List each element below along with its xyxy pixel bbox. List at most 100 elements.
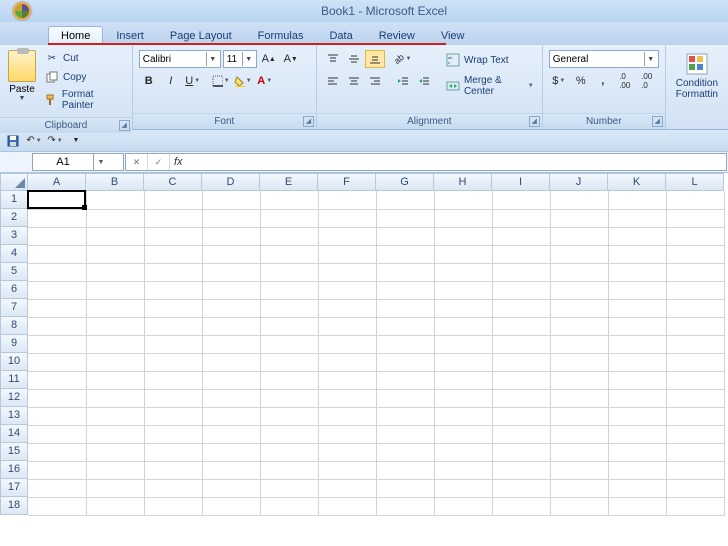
cell[interactable] — [666, 461, 724, 479]
cell[interactable] — [434, 461, 492, 479]
cell[interactable] — [144, 461, 202, 479]
cell[interactable] — [434, 353, 492, 371]
cell[interactable] — [318, 335, 376, 353]
cell[interactable] — [202, 299, 260, 317]
cell[interactable] — [144, 335, 202, 353]
cell[interactable] — [434, 389, 492, 407]
cells-area[interactable] — [28, 191, 725, 516]
cell[interactable] — [376, 263, 434, 281]
accounting-format-button[interactable]: $▼ — [549, 72, 569, 90]
cell[interactable] — [202, 389, 260, 407]
cell[interactable] — [434, 191, 492, 209]
chevron-down-icon[interactable]: ▼ — [242, 52, 255, 66]
cell[interactable] — [28, 245, 86, 263]
clipboard-dialog-launcher[interactable]: ◢ — [119, 120, 130, 131]
cell[interactable] — [376, 191, 434, 209]
cell[interactable] — [666, 443, 724, 461]
decrease-indent-button[interactable] — [393, 72, 413, 90]
cell[interactable] — [318, 497, 376, 515]
cell[interactable] — [608, 227, 666, 245]
cell[interactable] — [202, 443, 260, 461]
cell[interactable] — [144, 371, 202, 389]
formula-input[interactable] — [187, 156, 726, 168]
cell[interactable] — [376, 497, 434, 515]
cell[interactable] — [492, 335, 550, 353]
save-button[interactable] — [4, 133, 22, 149]
chevron-down-icon[interactable]: ▼ — [528, 83, 534, 89]
cell[interactable] — [144, 353, 202, 371]
cell[interactable] — [318, 227, 376, 245]
cell[interactable] — [86, 281, 144, 299]
cell[interactable] — [434, 371, 492, 389]
font-name-combo[interactable]: Calibri ▼ — [139, 50, 221, 68]
cell[interactable] — [202, 245, 260, 263]
decrease-decimal-button[interactable]: .00.0 — [637, 72, 657, 90]
underline-button[interactable]: U▼ — [183, 72, 203, 90]
cell[interactable] — [144, 191, 202, 209]
cell[interactable] — [86, 191, 144, 209]
cell[interactable] — [202, 209, 260, 227]
cell[interactable] — [550, 407, 608, 425]
cell[interactable] — [144, 299, 202, 317]
cell[interactable] — [550, 299, 608, 317]
qat-customize-button[interactable]: ▼ — [67, 133, 85, 149]
cell[interactable] — [28, 389, 86, 407]
cell[interactable] — [550, 263, 608, 281]
font-size-combo[interactable]: 11 ▼ — [223, 50, 257, 68]
grow-font-button[interactable]: A▲ — [259, 50, 279, 68]
cell[interactable] — [318, 245, 376, 263]
cell[interactable] — [376, 281, 434, 299]
cell[interactable] — [376, 209, 434, 227]
cell[interactable] — [202, 191, 260, 209]
cell[interactable] — [376, 425, 434, 443]
cell[interactable] — [202, 263, 260, 281]
align-left-button[interactable] — [323, 72, 343, 90]
cell[interactable] — [86, 245, 144, 263]
cell[interactable] — [318, 299, 376, 317]
cell[interactable] — [550, 461, 608, 479]
cell[interactable] — [666, 353, 724, 371]
cell[interactable] — [608, 443, 666, 461]
cell[interactable] — [666, 209, 724, 227]
cell[interactable] — [492, 425, 550, 443]
cell[interactable] — [608, 497, 666, 515]
cell[interactable] — [202, 497, 260, 515]
cell[interactable] — [376, 353, 434, 371]
cell[interactable] — [318, 281, 376, 299]
column-header-D[interactable]: D — [202, 173, 260, 191]
cell[interactable] — [318, 443, 376, 461]
cell[interactable] — [434, 299, 492, 317]
cell[interactable] — [86, 479, 144, 497]
cell[interactable] — [86, 497, 144, 515]
cell[interactable] — [666, 299, 724, 317]
cell[interactable] — [492, 461, 550, 479]
cell[interactable] — [86, 353, 144, 371]
cell[interactable] — [550, 281, 608, 299]
cell[interactable] — [666, 281, 724, 299]
cell[interactable] — [318, 407, 376, 425]
cell[interactable] — [260, 497, 318, 515]
increase-decimal-button[interactable]: .0.00 — [615, 72, 635, 90]
cell[interactable] — [260, 389, 318, 407]
cell[interactable] — [260, 371, 318, 389]
cell[interactable] — [434, 245, 492, 263]
cell[interactable] — [28, 443, 86, 461]
cell[interactable] — [144, 407, 202, 425]
cell[interactable] — [86, 299, 144, 317]
row-header-9[interactable]: 9 — [0, 335, 28, 353]
percent-format-button[interactable]: % — [571, 72, 591, 90]
cell[interactable] — [434, 443, 492, 461]
cell[interactable] — [434, 407, 492, 425]
cell[interactable] — [492, 479, 550, 497]
cell[interactable] — [202, 227, 260, 245]
cell[interactable] — [608, 479, 666, 497]
cell[interactable] — [202, 317, 260, 335]
cell[interactable] — [492, 389, 550, 407]
cell[interactable] — [28, 281, 86, 299]
cell[interactable] — [376, 227, 434, 245]
cell[interactable] — [86, 443, 144, 461]
cell[interactable] — [608, 209, 666, 227]
cell[interactable] — [144, 209, 202, 227]
cell[interactable] — [260, 317, 318, 335]
column-header-E[interactable]: E — [260, 173, 318, 191]
